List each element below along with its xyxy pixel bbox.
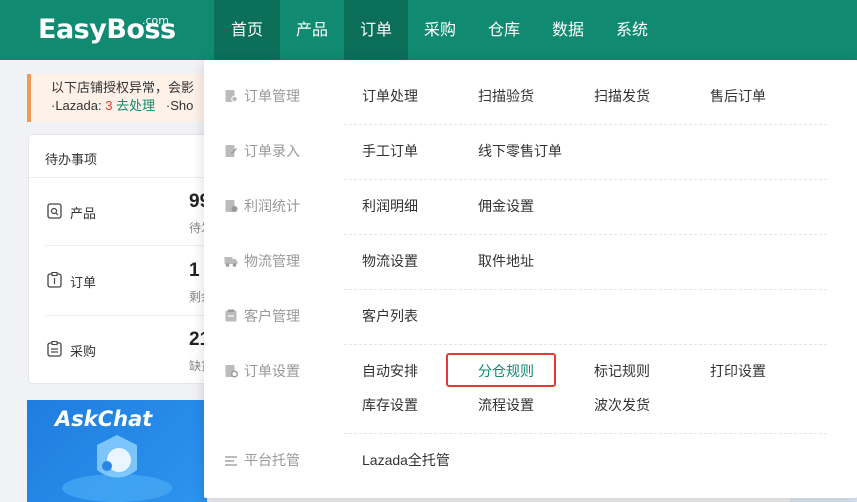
order-settings-icon [225, 365, 238, 378]
menu-link-wave-shipping[interactable]: 波次发货 [594, 395, 650, 415]
divider [344, 433, 827, 434]
divider [29, 177, 219, 178]
menu-category-label: 物流管理 [244, 253, 300, 269]
todo-number: 1 [189, 260, 200, 281]
divider [344, 124, 827, 125]
product-icon [47, 203, 62, 219]
profit-stats-icon [225, 200, 238, 212]
menu-link-lazada-full-hosting[interactable]: Lazada全托管 [362, 450, 450, 470]
askchat-banner[interactable]: AskChat [27, 400, 207, 502]
order-management-icon [225, 90, 238, 103]
divider [344, 179, 827, 180]
menu-link-customer-list[interactable]: 客户列表 [362, 306, 418, 326]
nav-home[interactable]: 首页 [214, 0, 280, 60]
main-nav: 首页 产品 订单 采购 仓库 数据 系统 [214, 0, 664, 60]
menu-category: 订单设置 [224, 361, 300, 381]
menu-link-auto-arrange[interactable]: 自动安排 [362, 361, 418, 381]
alert-tail: ·Sho [165, 98, 194, 113]
platform-hosting-icon [225, 456, 237, 466]
menu-category-label: 订单设置 [244, 363, 300, 379]
todo-title: 待办事项 [45, 152, 98, 167]
menu-link-profit-details[interactable]: 利润明细 [362, 196, 418, 216]
menu-category-label: 订单管理 [244, 88, 300, 104]
menu-link-after-sales[interactable]: 售后订单 [710, 86, 766, 106]
menu-category: 客户管理 [224, 306, 300, 326]
alert-platform: ·Lazada: [51, 98, 106, 113]
logo-suffix: .com [142, 14, 169, 27]
menu-link-offline-retail-order[interactable]: 线下零售订单 [478, 141, 562, 161]
menu-category: 订单录入 [224, 141, 300, 161]
nav-warehouse[interactable]: 仓库 [472, 0, 536, 60]
chatbot-illustration-icon [62, 435, 172, 502]
menu-link-manual-order[interactable]: 手工订单 [362, 141, 418, 161]
menu-link-scan-verify[interactable]: 扫描验货 [478, 86, 534, 106]
menu-category-label: 利润统计 [244, 198, 300, 214]
top-nav-bar: EasyBoss .com 首页 产品 订单 采购 仓库 数据 系统 [0, 0, 857, 60]
todo-card: 待办事项 产品 993 待发 订单 1 剩余 采购 21 缺货 [28, 134, 221, 384]
nav-purchase[interactable]: 采购 [408, 0, 472, 60]
orders-dropdown-menu: 订单管理 订单处理 扫描验货 扫描发货 售后订单 订单录入 手工订单 线下零售订… [204, 60, 857, 498]
divider [344, 289, 827, 290]
menu-link-scan-ship[interactable]: 扫描发货 [594, 86, 650, 106]
todo-row-products[interactable]: 产品 993 待发 [43, 191, 221, 251]
nav-orders[interactable]: 订单 [344, 0, 408, 60]
menu-link-pickup-address[interactable]: 取件地址 [478, 251, 534, 271]
menu-link-order-processing[interactable]: 订单处理 [362, 86, 418, 106]
menu-category: 物流管理 [224, 251, 300, 271]
menu-category-label: 客户管理 [244, 308, 300, 324]
customer-management-icon [225, 309, 237, 322]
highlight-box [446, 353, 556, 387]
menu-link-inventory-settings[interactable]: 库存设置 [362, 395, 418, 415]
divider [344, 344, 827, 345]
todo-label: 采购 [70, 344, 97, 359]
menu-link-print-settings[interactable]: 打印设置 [710, 361, 766, 381]
menu-link-logistics-settings[interactable]: 物流设置 [362, 251, 418, 271]
todo-label: 订单 [70, 275, 97, 290]
divider [45, 245, 219, 246]
menu-category: 订单管理 [224, 86, 300, 106]
alert-count: 3 [105, 98, 113, 113]
menu-category-label: 订单录入 [244, 143, 300, 159]
alert-action-link[interactable]: 去处理 [116, 98, 155, 113]
nav-system[interactable]: 系统 [600, 0, 664, 60]
todo-row-orders[interactable]: 订单 1 剩余 [43, 260, 219, 320]
logistics-truck-icon [224, 257, 238, 267]
menu-link-mark-rules[interactable]: 标记规则 [594, 361, 650, 381]
menu-link-commission-settings[interactable]: 佣金设置 [478, 196, 534, 216]
menu-link-process-settings[interactable]: 流程设置 [478, 395, 534, 415]
order-entry-icon [225, 145, 237, 157]
divider [344, 234, 827, 235]
todo-row-purchase[interactable]: 采购 21 缺货 [43, 329, 219, 389]
nav-products[interactable]: 产品 [280, 0, 344, 60]
order-icon [47, 272, 62, 288]
purchase-icon [47, 341, 62, 357]
menu-category-label: 平台托管 [244, 452, 300, 468]
todo-label: 产品 [70, 206, 97, 221]
nav-data[interactable]: 数据 [536, 0, 600, 60]
menu-category: 利润统计 [224, 196, 300, 216]
divider [45, 315, 219, 316]
menu-category: 平台托管 [224, 450, 300, 470]
